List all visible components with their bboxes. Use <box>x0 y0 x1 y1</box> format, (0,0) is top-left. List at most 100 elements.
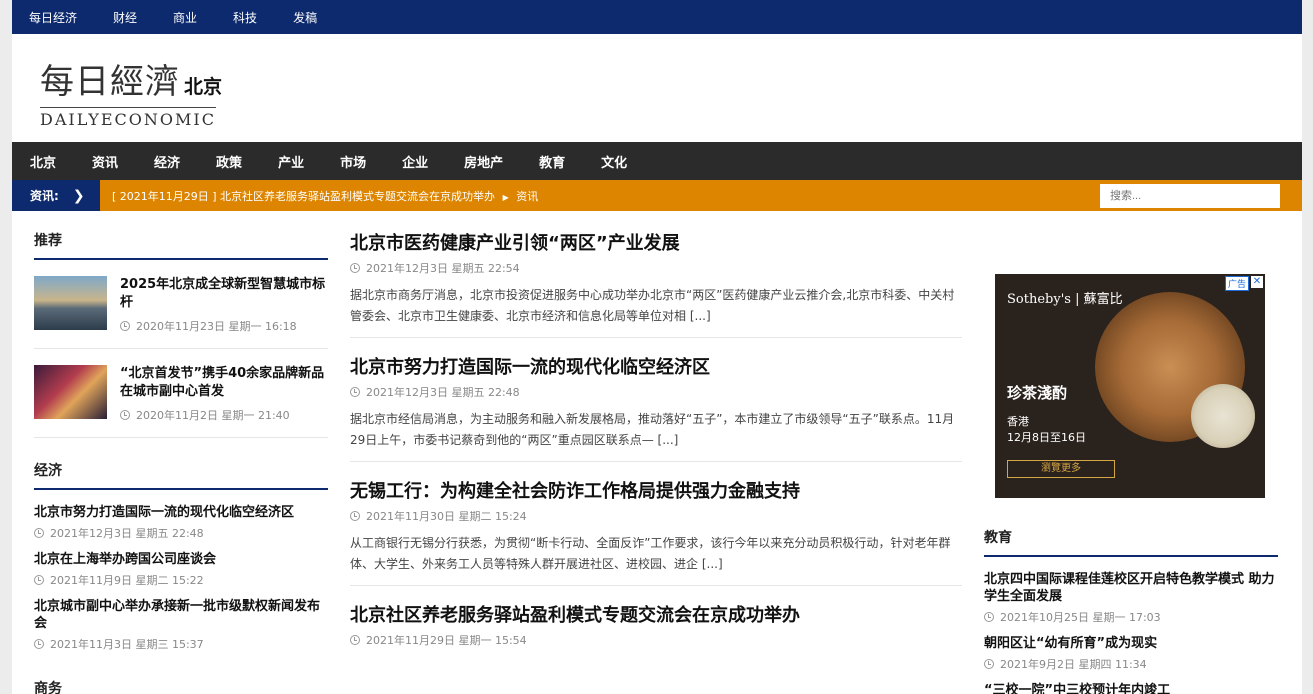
ad-more-button[interactable]: 瀏覽更多 <box>1007 460 1115 478</box>
article-excerpt: 据北京市经信局消息，为主动服务和融入新发展格局，推动落好“五子”，本市建立了市级… <box>350 412 955 447</box>
close-icon[interactable]: ✕ <box>1251 276 1263 288</box>
search-input[interactable] <box>1100 184 1280 208</box>
ad-dates: 12月8日至16日 <box>1007 431 1086 444</box>
featured-date: 2020年11月23日 星期一 16:18 <box>136 320 297 333</box>
clock-icon <box>34 528 44 538</box>
featured-item[interactable]: “北京首发节”携手40余家品牌新品在城市副中心首发 2020年11月2日 星期一… <box>34 349 328 438</box>
featured-title[interactable]: 2025年北京成全球新型智慧城市标杆 <box>120 276 328 312</box>
logo-divider <box>40 107 216 108</box>
page: 每日经济 财经 商业 科技 发稿 每日經濟 北京 DAILYECONOMIC 北京… <box>12 0 1302 694</box>
news-ticker: 资讯: ❯ [ 2021年11月29日 ] 北京社区养老服务驿站盈利模式专题交流… <box>12 180 1302 211</box>
list-item-meta: 2021年9月2日 星期四 11:34 <box>984 656 1278 672</box>
featured-item[interactable]: 2025年北京成全球新型智慧城市标杆 2020年11月23日 星期一 16:18 <box>34 260 328 349</box>
list-item-title[interactable]: 朝阳区让“幼有所育”成为现实 <box>984 635 1278 652</box>
article-title[interactable]: 北京社区养老服务驿站盈利模式专题交流会在京成功举办 <box>350 602 962 630</box>
ad-place: 香港 <box>1007 415 1029 428</box>
list-item[interactable]: 北京市努力打造国际一流的现代化临空经济区 2021年12月3日 星期五 22:4… <box>34 490 328 541</box>
list-item-meta: 2021年12月3日 星期五 22:48 <box>34 525 328 541</box>
list-item-title[interactable]: “三校一院”中三校预计年内竣工 <box>984 682 1278 694</box>
nav-item-beijing[interactable]: 北京 <box>30 152 56 171</box>
article-date: 2021年12月3日 星期五 22:54 <box>366 262 520 275</box>
left-sidebar: 推荐 2025年北京成全球新型智慧城市标杆 2020年11月23日 星期一 16… <box>34 230 328 694</box>
nav-item-education[interactable]: 教育 <box>539 152 565 171</box>
ticker-category[interactable]: 资讯 <box>516 190 538 203</box>
clock-icon <box>34 639 44 649</box>
article-title[interactable]: 无锡工行：为构建全社会防诈工作格局提供强力金融支持 <box>350 478 962 506</box>
nav-item-realestate[interactable]: 房地产 <box>464 152 503 171</box>
article-meta: 2021年12月3日 星期五 22:48 <box>350 384 962 400</box>
ad-brand: Sotheby's | 蘇富比 <box>1007 292 1123 307</box>
ticker-headline[interactable]: [ 2021年11月29日 ] 北京社区养老服务驿站盈利模式专题交流会在京成功举… <box>112 190 495 203</box>
right-sidebar: 教育 北京四中国际课程佳莲校区开启特色教学模式 助力学生全面发展 2021年10… <box>984 527 1278 694</box>
clock-icon <box>34 575 44 585</box>
nav-item-news[interactable]: 资讯 <box>92 152 118 171</box>
clock-icon <box>350 387 360 397</box>
list-item-title[interactable]: 北京在上海举办跨国公司座谈会 <box>34 551 328 568</box>
list-item-title[interactable]: 北京四中国际课程佳莲校区开启特色教学模式 助力学生全面发展 <box>984 571 1278 605</box>
ticker-label: 资讯: ❯ <box>12 180 100 211</box>
section-title-business: 商务 <box>34 678 328 694</box>
logo-city: 北京 <box>184 77 223 98</box>
article-excerpt: 据北京市商务厅消息，北京市投资促进服务中心成功举办北京市“两区”医药健康产业云推… <box>350 288 955 323</box>
section-title-recommended: 推荐 <box>34 230 328 260</box>
list-item-title[interactable]: 北京城市副中心举办承接新一批市级默权新闻发布会 <box>34 598 328 632</box>
topbar-link-business[interactable]: 商业 <box>173 9 197 26</box>
topbar-link-tech[interactable]: 科技 <box>233 9 257 26</box>
article-excerpt: 从工商银行无锡分行获悉，为贯彻“断卡行动、全面反诈”工作要求，该行今年以来充分动… <box>350 536 951 571</box>
main-nav: 北京 资讯 经济 政策 产业 市场 企业 房地产 教育 文化 <box>12 142 1302 180</box>
list-item[interactable]: 北京四中国际课程佳莲校区开启特色教学模式 助力学生全面发展 2021年10月25… <box>984 557 1278 625</box>
list-item-date: 2021年11月9日 星期二 15:22 <box>50 574 204 587</box>
clock-icon <box>120 410 130 420</box>
nav-item-policy[interactable]: 政策 <box>216 152 242 171</box>
logo-english: DAILYECONOMIC <box>40 110 216 129</box>
topbar-link-finance[interactable]: 财经 <box>113 9 137 26</box>
nav-item-economy[interactable]: 经济 <box>154 152 180 171</box>
clock-icon <box>984 612 994 622</box>
list-item-date: 2021年9月2日 星期四 11:34 <box>1000 658 1147 671</box>
list-item-meta: 2021年10月25日 星期一 17:03 <box>984 609 1278 625</box>
article-title[interactable]: 北京市医药健康产业引领“两区”产业发展 <box>350 230 962 258</box>
list-item-date: 2021年10月25日 星期一 17:03 <box>1000 611 1161 624</box>
featured-date: 2020年11月2日 星期一 21:40 <box>136 409 290 422</box>
nav-item-market[interactable]: 市场 <box>340 152 366 171</box>
nav-item-culture[interactable]: 文化 <box>601 152 627 171</box>
topbar-link-daily[interactable]: 每日经济 <box>29 9 77 26</box>
triangle-right-icon: ▶ <box>502 192 509 202</box>
site-logo[interactable]: 每日經濟 北京 DAILYECONOMIC <box>40 54 222 129</box>
ad-headline: 珍茶淺酌 <box>1007 384 1068 402</box>
section-title-economy: 经济 <box>34 460 328 490</box>
list-item-meta: 2021年11月3日 星期三 15:37 <box>34 636 328 652</box>
nav-item-industry[interactable]: 产业 <box>278 152 304 171</box>
ad-label[interactable]: 广告 <box>1224 276 1249 291</box>
featured-title[interactable]: “北京首发节”携手40余家品牌新品在城市副中心首发 <box>120 365 328 401</box>
clock-icon <box>350 635 360 645</box>
main-content: 北京市医药健康产业引领“两区”产业发展 2021年12月3日 星期五 22:54… <box>350 230 962 674</box>
site-header: 每日經濟 北京 DAILYECONOMIC <box>12 34 1302 142</box>
list-item-date: 2021年12月3日 星期五 22:48 <box>50 527 204 540</box>
article-meta: 2021年12月3日 星期五 22:54 <box>350 260 962 276</box>
featured-meta: 2020年11月23日 星期一 16:18 <box>120 318 328 334</box>
list-item-title[interactable]: 北京市努力打造国际一流的现代化临空经济区 <box>34 504 328 521</box>
list-item[interactable]: 北京在上海举办跨国公司座谈会 2021年11月9日 星期二 15:22 <box>34 541 328 588</box>
article-date: 2021年12月3日 星期五 22:48 <box>366 386 520 399</box>
article-card[interactable]: 北京社区养老服务驿站盈利模式专题交流会在京成功举办 2021年11月29日 星期… <box>350 602 962 658</box>
article-card[interactable]: 北京市努力打造国际一流的现代化临空经济区 2021年12月3日 星期五 22:4… <box>350 354 962 462</box>
list-item[interactable]: “三校一院”中三校预计年内竣工 <box>984 672 1278 694</box>
list-item[interactable]: 北京城市副中心举办承接新一批市级默权新闻发布会 2021年11月3日 星期三 1… <box>34 588 328 652</box>
article-card[interactable]: 北京市医药健康产业引领“两区”产业发展 2021年12月3日 星期五 22:54… <box>350 230 962 338</box>
clock-icon <box>984 659 994 669</box>
article-meta: 2021年11月29日 星期一 15:54 <box>350 632 962 648</box>
nav-item-enterprise[interactable]: 企业 <box>402 152 428 171</box>
article-card[interactable]: 无锡工行：为构建全社会防诈工作格局提供强力金融支持 2021年11月30日 星期… <box>350 478 962 586</box>
top-bar: 每日经济 财经 商业 科技 发稿 <box>12 0 1302 34</box>
topbar-link-publish[interactable]: 发稿 <box>293 9 317 26</box>
advertisement[interactable]: Sotheby's | 蘇富比 珍茶淺酌 香港 12月8日至16日 瀏覽更多 广… <box>995 274 1265 498</box>
tea-cake-image-small <box>1191 384 1255 448</box>
article-date: 2021年11月29日 星期一 15:54 <box>366 634 527 647</box>
featured-thumbnail[interactable] <box>34 276 107 330</box>
chevron-right-icon: ❯ <box>72 187 85 204</box>
article-title[interactable]: 北京市努力打造国际一流的现代化临空经济区 <box>350 354 962 382</box>
ticker-news[interactable]: [ 2021年11月29日 ] 北京社区养老服务驿站盈利模式专题交流会在京成功举… <box>112 188 538 204</box>
featured-thumbnail[interactable] <box>34 365 107 419</box>
list-item[interactable]: 朝阳区让“幼有所育”成为现实 2021年9月2日 星期四 11:34 <box>984 625 1278 672</box>
